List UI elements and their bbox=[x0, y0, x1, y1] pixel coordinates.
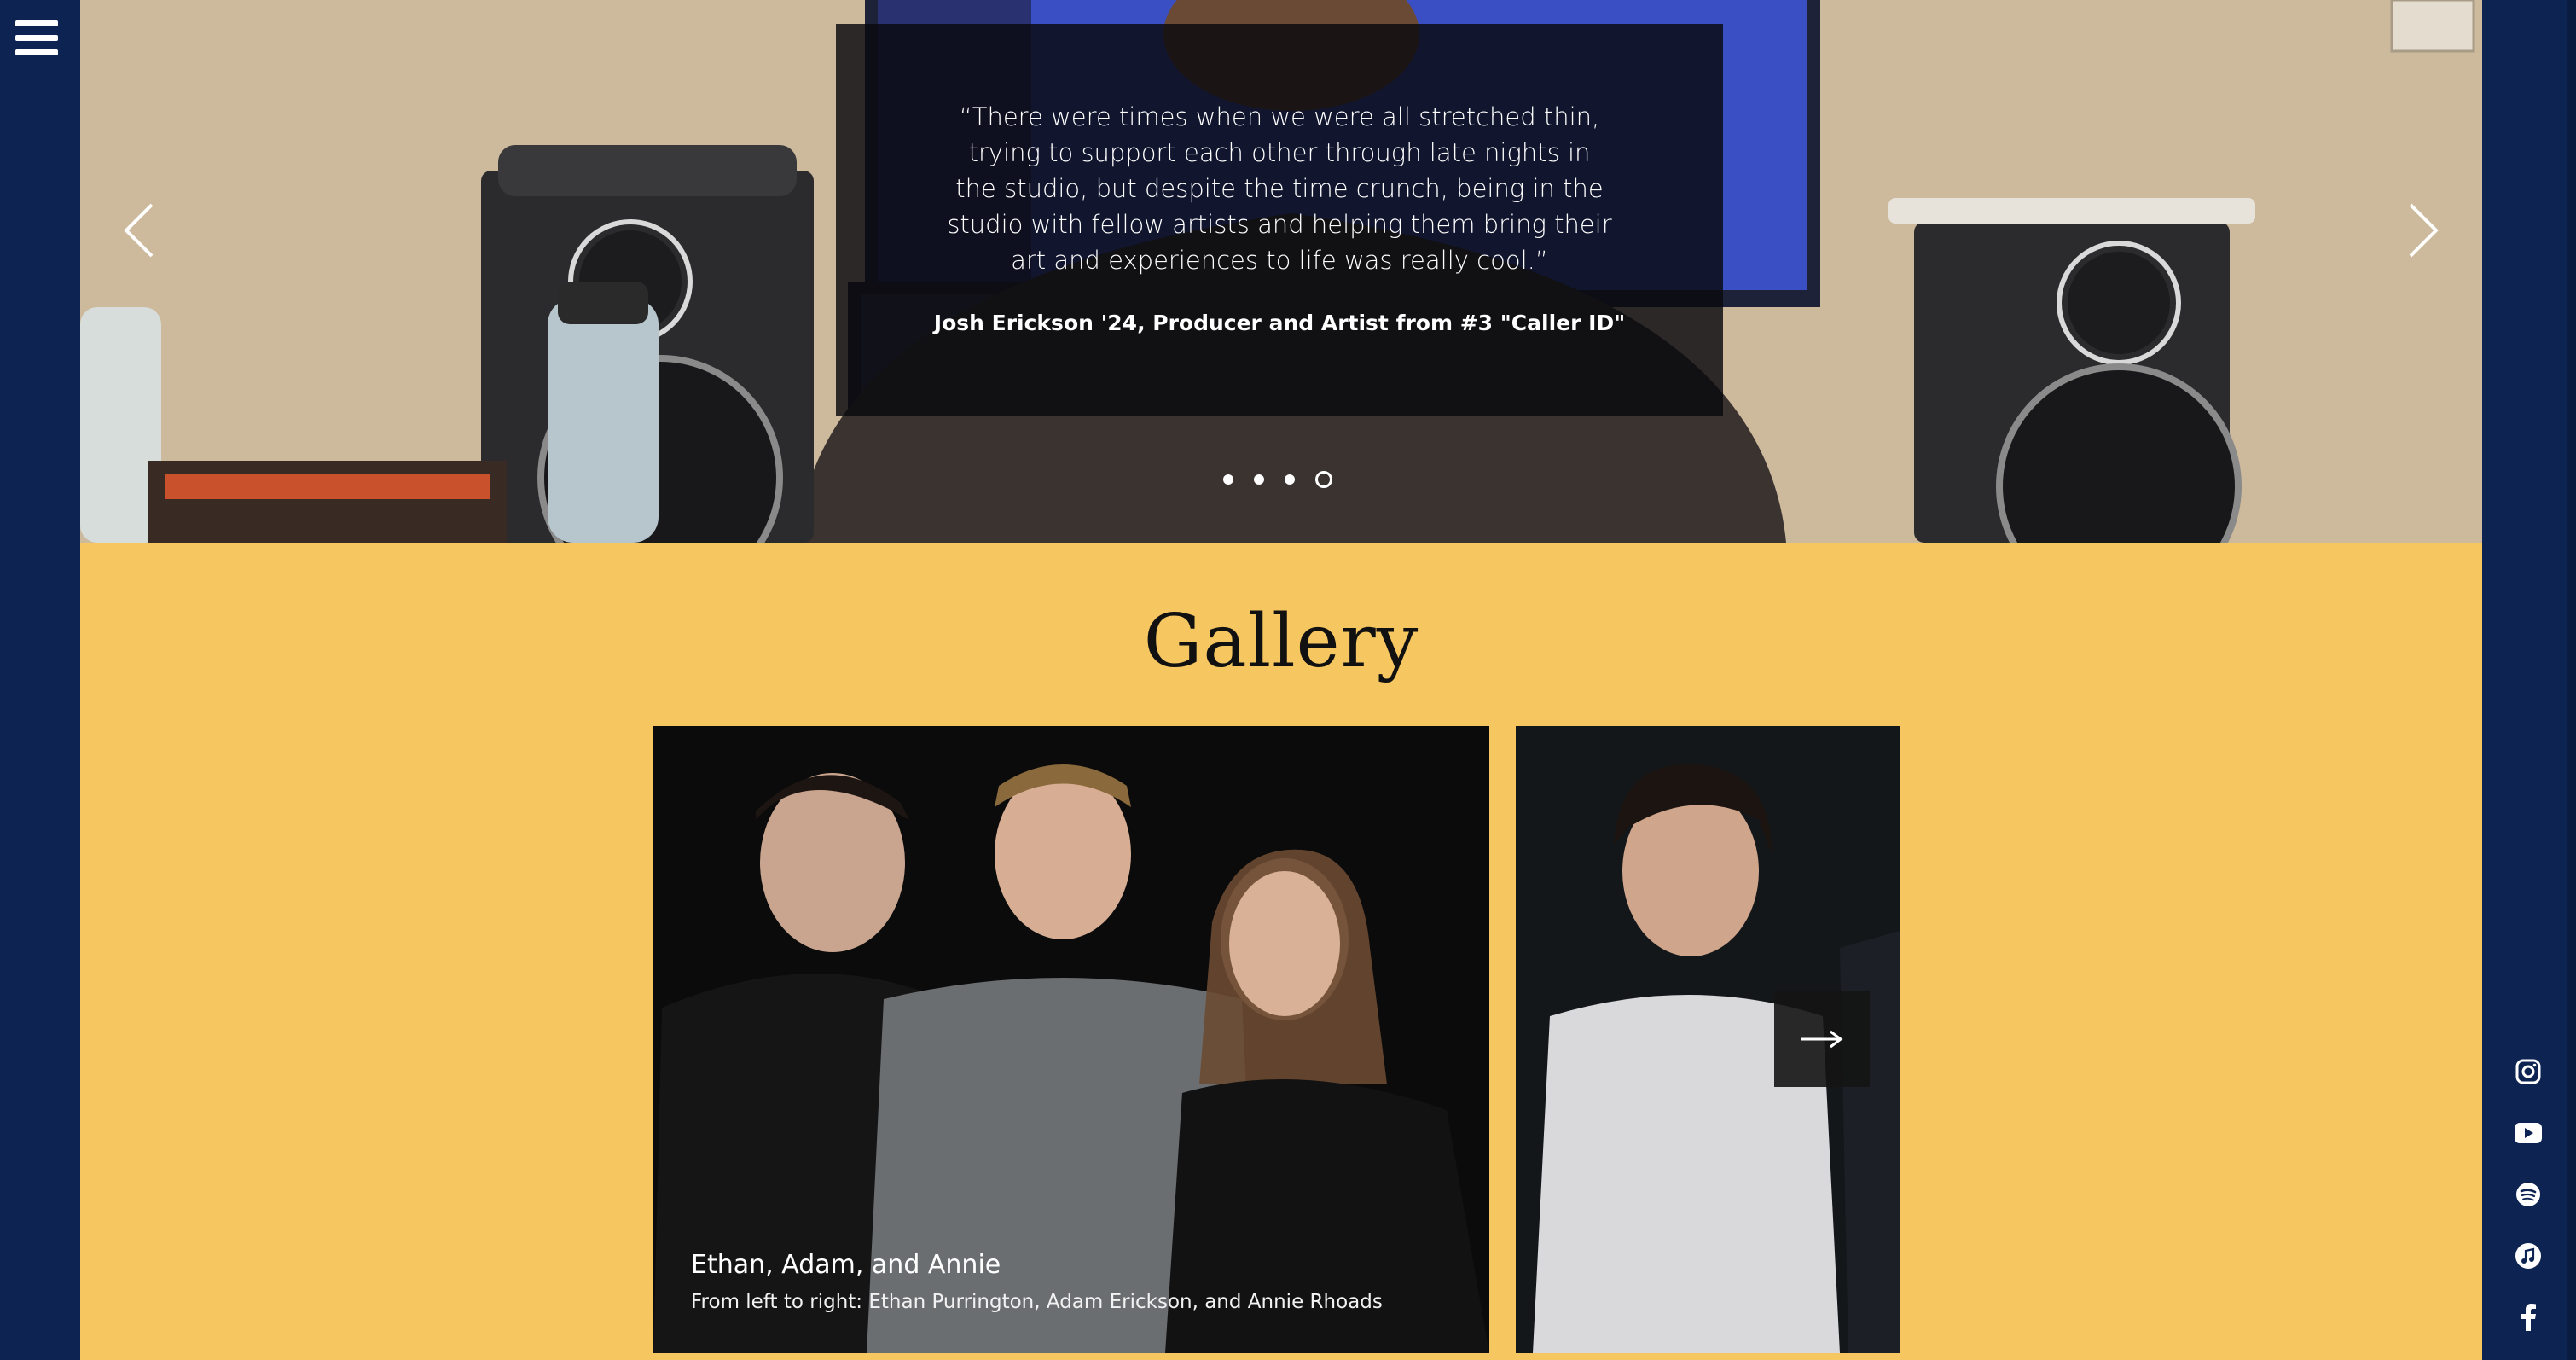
slide-dot-2[interactable] bbox=[1254, 474, 1264, 485]
left-sidebar bbox=[0, 0, 80, 1360]
slide-dot-1[interactable] bbox=[1223, 474, 1233, 485]
apple-music-icon[interactable] bbox=[2511, 1239, 2545, 1273]
testimonial-quote: “There were times when we were all stret… bbox=[947, 102, 1612, 275]
gallery-item-ethan-adam-annie[interactable]: Ethan, Adam, and Annie From left to righ… bbox=[653, 726, 1489, 1353]
testimonial-slideshow: “There were times when we were all stret… bbox=[80, 0, 2482, 543]
instagram-icon[interactable] bbox=[2511, 1055, 2545, 1089]
facebook-icon[interactable] bbox=[2511, 1300, 2545, 1334]
youtube-icon[interactable] bbox=[2511, 1116, 2545, 1150]
slide-dot-4[interactable] bbox=[1315, 471, 1332, 488]
gallery-item-title: Ethan, Adam, and Annie bbox=[691, 1250, 1001, 1280]
gallery-item-description: From left to right: Ethan Purrington, Ad… bbox=[691, 1291, 1383, 1313]
testimonial-card: “There were times when we were all stret… bbox=[836, 24, 1723, 416]
arrow-right-icon bbox=[1801, 1030, 1843, 1049]
slideshow-prev-button[interactable] bbox=[114, 196, 165, 264]
gallery-section: Gallery Ethan, Adam, and Annie From left… bbox=[80, 543, 2482, 1360]
gallery-next-button[interactable] bbox=[1774, 991, 1870, 1087]
hamburger-menu-icon[interactable] bbox=[15, 20, 58, 63]
right-sidebar bbox=[2482, 0, 2576, 1360]
slide-dot-3[interactable] bbox=[1285, 474, 1295, 485]
chevron-right-icon bbox=[2409, 203, 2439, 258]
slideshow-pagination bbox=[1223, 471, 1332, 488]
testimonial-author: Josh Erickson '24, Producer and Artist f… bbox=[933, 311, 1626, 335]
window-edge bbox=[2567, 0, 2576, 1360]
slideshow-next-button[interactable] bbox=[2397, 196, 2448, 264]
chevron-left-icon bbox=[124, 203, 154, 258]
gallery-title: Gallery bbox=[1143, 599, 1419, 684]
spotify-icon[interactable] bbox=[2511, 1177, 2545, 1212]
